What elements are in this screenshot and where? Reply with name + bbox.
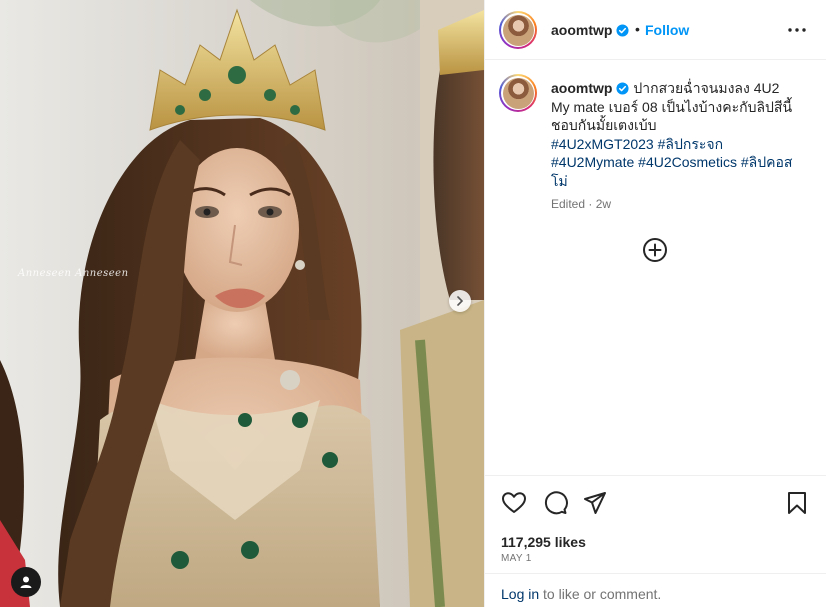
bookmark-icon[interactable] — [784, 490, 810, 516]
share-icon[interactable] — [582, 490, 608, 516]
hashtag-link[interactable]: #4U2xMGT2023 — [551, 136, 654, 152]
comment-icon[interactable] — [542, 490, 568, 516]
chevron-right-icon — [457, 296, 464, 306]
verified-badge-icon — [616, 24, 629, 37]
hashtag-link[interactable]: #ลิปกระจก — [658, 136, 723, 152]
caption-line-3: ชอบกันมั้ยเตงเบ้บ — [551, 117, 657, 133]
post-meta: Edited · 2w — [551, 197, 611, 211]
verified-badge-icon — [616, 82, 629, 95]
user-icon — [20, 576, 32, 588]
hashtag-link[interactable]: #4U2Mymate — [551, 154, 634, 170]
avatar-image — [502, 14, 534, 46]
post-photo — [0, 0, 484, 607]
post-modal: Anneseen Anneseen aoomtwp • Follow aoomt… — [0, 0, 826, 607]
avatar[interactable] — [499, 11, 537, 49]
caption-avatar[interactable] — [499, 74, 537, 112]
tagged-users-button[interactable] — [11, 567, 41, 597]
photo-watermark: Anneseen Anneseen — [18, 268, 129, 279]
post-header: aoomtwp • Follow — [485, 0, 826, 60]
hashtag-link-continued[interactable]: โม่ — [551, 173, 568, 189]
post-date[interactable]: MAY 1 — [501, 553, 532, 564]
hashtag-link[interactable]: #4U2Cosmetics — [638, 154, 737, 170]
next-image-button[interactable] — [449, 290, 471, 312]
heart-icon[interactable] — [501, 490, 527, 516]
login-prompt: Log in to like or comment. — [485, 573, 826, 608]
meta-separator: · — [588, 197, 593, 211]
follow-button[interactable]: Follow — [645, 22, 689, 38]
caption-line-1: ปากสวยฉ่ำจนมงลง 4U2 — [633, 80, 780, 96]
login-link[interactable]: Log in — [501, 586, 539, 602]
header-username[interactable]: aoomtwp — [551, 22, 629, 38]
like-count[interactable]: 117,295 likes — [501, 534, 586, 550]
more-options-button[interactable] — [785, 18, 809, 42]
post-sidebar: aoomtwp • Follow aoomtwp ปากสวยฉ่ำจนมงลง… — [484, 0, 826, 607]
post-actions: 117,295 likes MAY 1 Log in to like or co… — [485, 475, 826, 607]
post-media: Anneseen Anneseen — [0, 0, 484, 607]
avatar-image — [502, 77, 534, 109]
caption-line-2: My mate เบอร์ 08 เป็นไงบ้างคะกับลิปสีนี้ — [551, 98, 793, 115]
more-options-icon — [788, 28, 806, 32]
hashtag-link[interactable]: #ลิปคอส — [741, 154, 793, 170]
caption-username[interactable]: aoomtwp — [551, 80, 612, 96]
post-time-ago[interactable]: 2w — [596, 197, 611, 211]
edited-label: Edited — [551, 197, 586, 211]
follow-separator: • — [635, 21, 640, 37]
caption-text: aoomtwp ปากสวยฉ่ำจนมงลง 4U2 My mate เบอร… — [551, 79, 813, 190]
login-prompt-text: to like or comment. — [539, 586, 662, 602]
add-circle-icon[interactable] — [642, 237, 668, 263]
